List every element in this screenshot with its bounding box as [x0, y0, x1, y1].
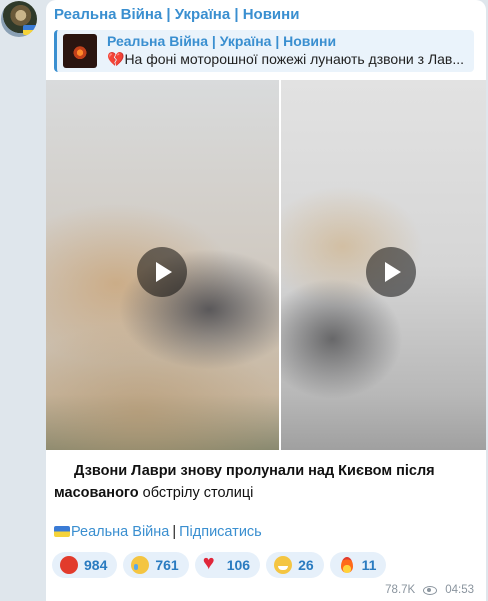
channel-link[interactable]: Реальна Війна [71, 524, 169, 540]
message-bubble: Реальна Війна | Україна | Новини Реальна… [46, 0, 486, 601]
view-count: 78.7K [385, 584, 416, 596]
reaction-angry[interactable]: 984 [52, 552, 118, 578]
play-icon[interactable] [366, 247, 416, 297]
reaction-count: 106 [226, 557, 251, 573]
reaction-grin[interactable]: 26 [266, 552, 324, 578]
message-line-2-rest: обстрілу столиці [138, 485, 254, 501]
channel-name[interactable]: Реальна Війна | Україна | Новини [54, 6, 299, 23]
reply-text: 💔На фоні моторошної пожежі лунають дзвон… [107, 51, 469, 68]
reaction-fire[interactable]: 11 [329, 552, 387, 578]
eye-icon [423, 585, 438, 595]
video-thumbnail-2[interactable] [281, 80, 486, 450]
reply-title: Реальна Війна | Україна | Новини [107, 33, 337, 49]
play-icon[interactable] [137, 247, 187, 297]
red-heart-icon [203, 553, 221, 574]
message-text: Дзвони Лаври знову пролунали над Києвом … [54, 460, 474, 504]
angry-face-icon [60, 556, 78, 574]
reply-text-content: На фоні моторошної пожежі лунають дзвони… [124, 51, 465, 67]
ukraine-flag-icon [23, 25, 37, 35]
message-meta: 78.7K 04:53 [385, 584, 474, 596]
reaction-heart[interactable]: 106 [194, 552, 261, 578]
fire-icon [338, 556, 356, 574]
reaction-count: 11 [361, 557, 377, 573]
ukraine-flag-icon [54, 526, 70, 537]
video-thumbnail-1[interactable] [46, 80, 279, 450]
grinning-face-icon [274, 556, 293, 574]
message-line-2: масованого обстрілу столиці [54, 482, 474, 504]
post-time: 04:53 [445, 584, 474, 596]
reaction-count: 984 [84, 557, 108, 573]
reaction-count: 761 [155, 557, 179, 573]
reaction-count: 26 [298, 557, 314, 573]
reaction-crying[interactable]: 761 [123, 552, 189, 578]
broken-heart-icon: 💔 [107, 51, 125, 67]
reactions-bar: 984 761 106 26 11 [52, 552, 387, 578]
crying-face-icon [131, 556, 150, 574]
separator: | [172, 524, 177, 540]
subscribe-link[interactable]: Підписатись [179, 524, 262, 540]
message-bold-word: масованого [54, 485, 139, 501]
message-line-1: Дзвони Лаври знову пролунали над Києвом … [74, 463, 435, 479]
channel-avatar[interactable] [1, 1, 37, 37]
reply-quote[interactable]: Реальна Війна | Україна | Новини 💔На фон… [54, 30, 474, 72]
reply-thumbnail [63, 34, 97, 68]
footer-links: Реальна Війна | Підписатись [54, 524, 262, 540]
